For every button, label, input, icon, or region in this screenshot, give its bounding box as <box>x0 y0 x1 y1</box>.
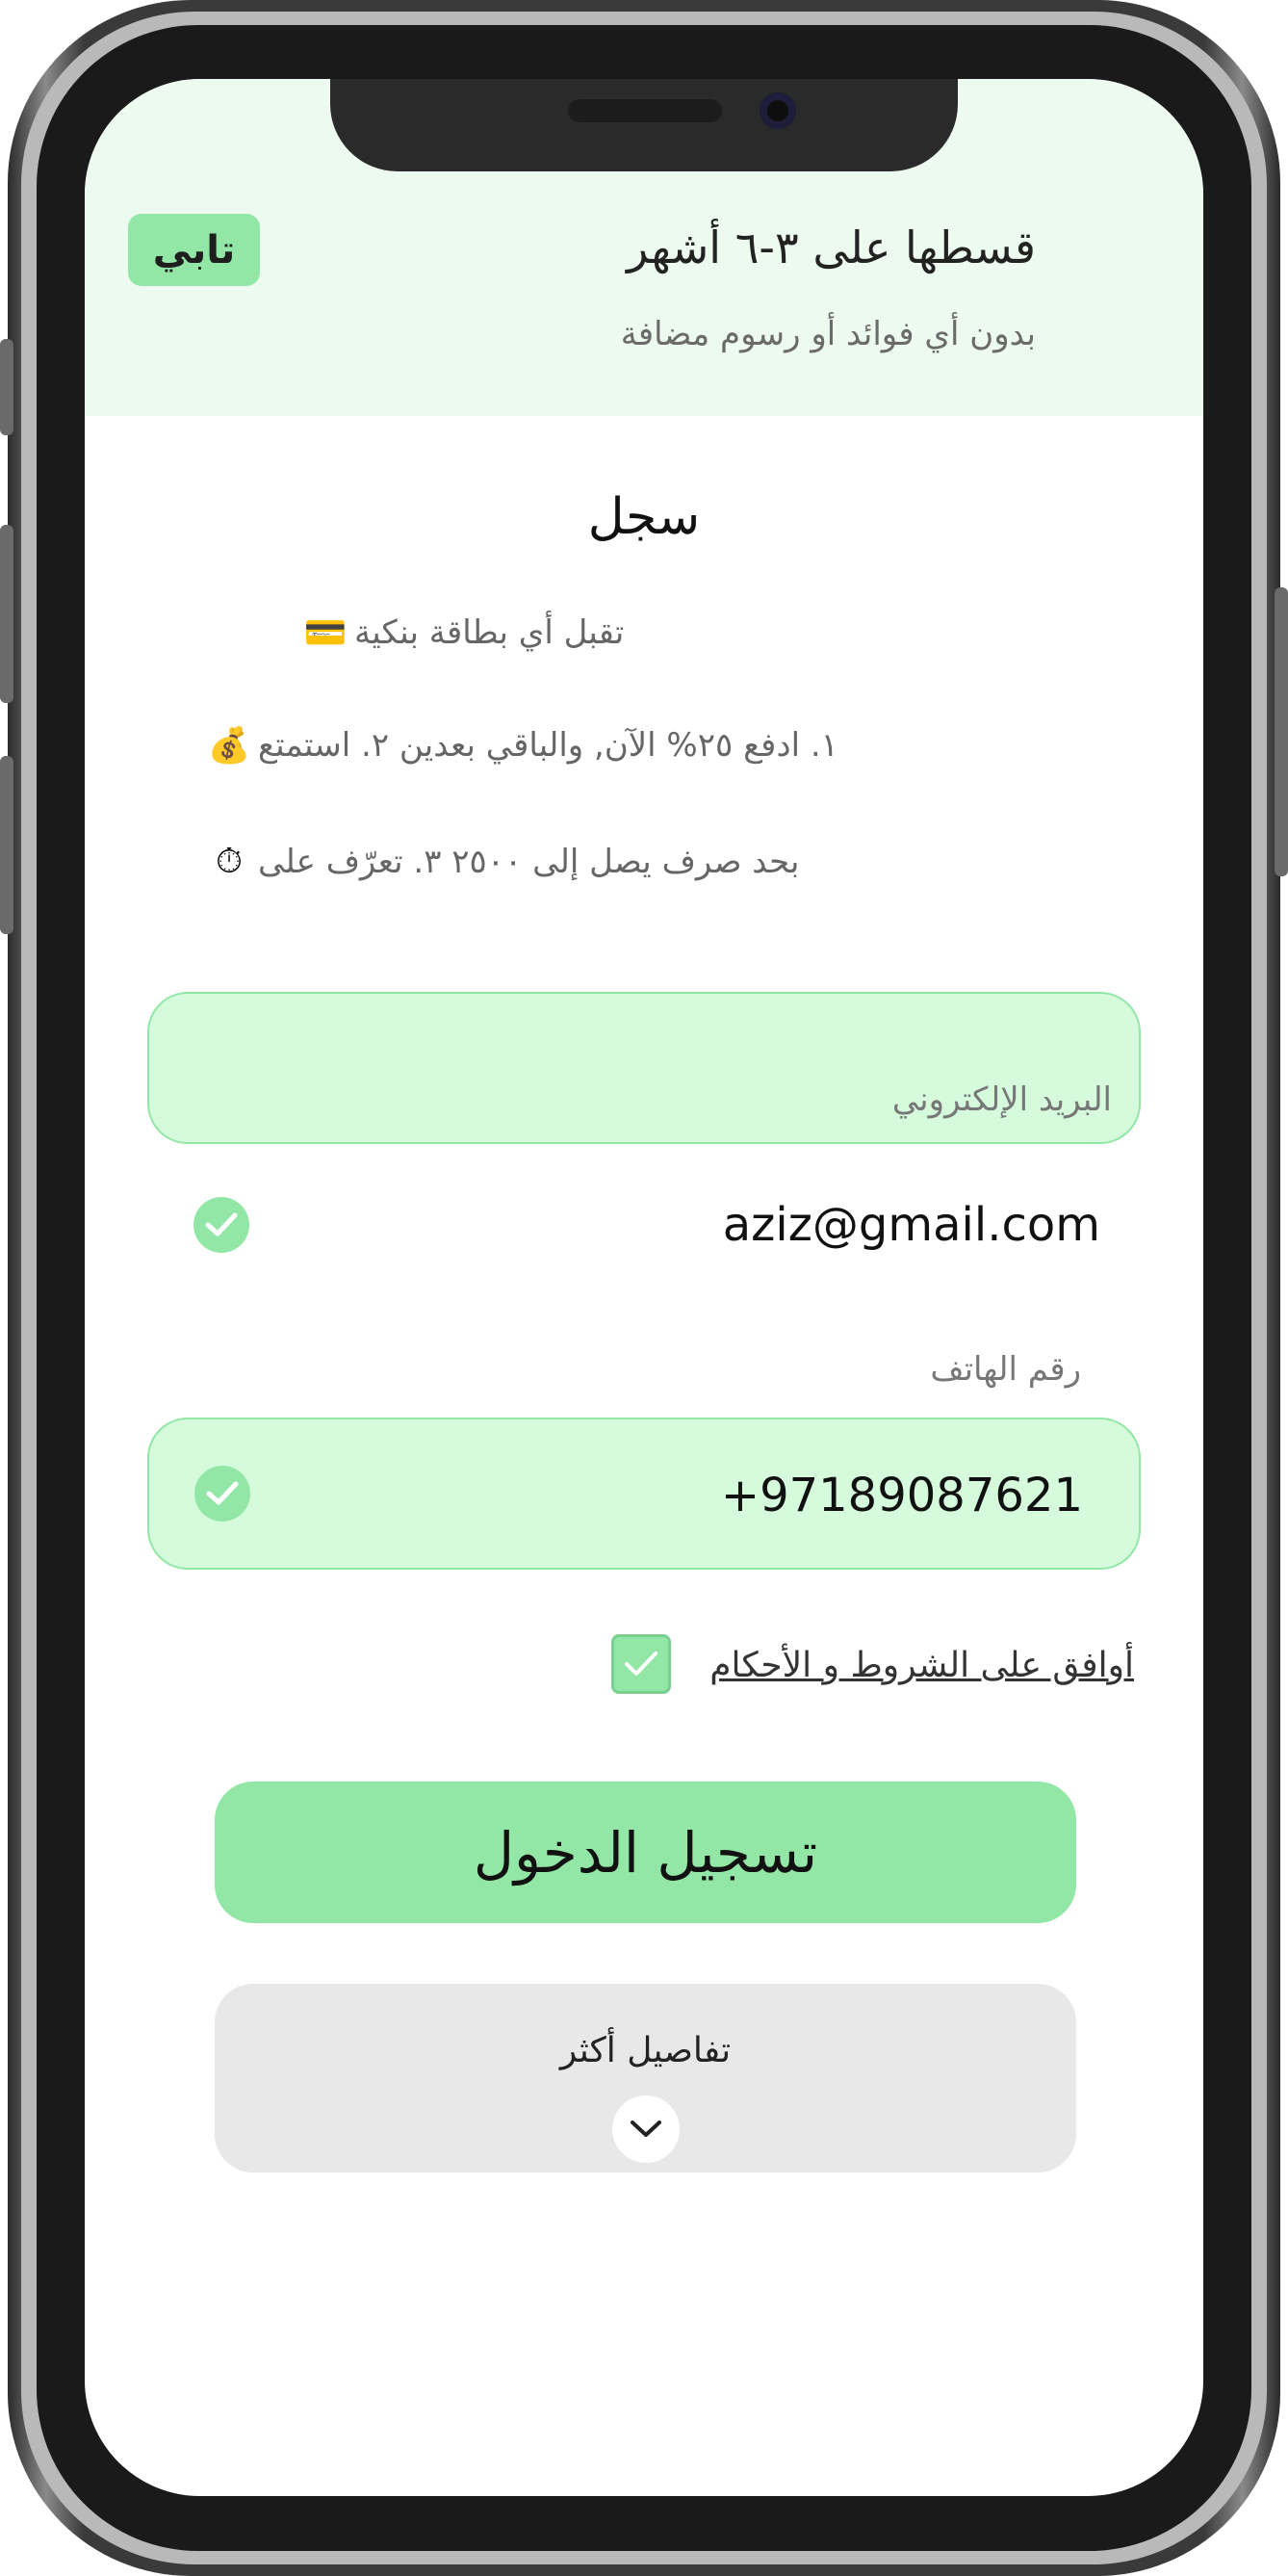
terms-link[interactable]: أوافق على الشروط و الأحكام <box>691 1639 1134 1692</box>
login-button-label: تسجيل الدخول <box>473 1819 818 1886</box>
phone-label: رقم الهاتف <box>930 1350 1081 1389</box>
email-label: البريد الإلكتروني <box>891 1080 1112 1119</box>
phone-volume-up <box>0 525 13 703</box>
more-details-panel[interactable]: تفاصيل أكثر <box>215 1984 1076 2173</box>
phone-notch <box>330 79 958 171</box>
phone-value[interactable]: +97189087621 <box>631 1462 1083 1529</box>
notch-camera <box>760 92 796 129</box>
feature-text: تقبل أي بطاقة بنكية <box>354 613 625 652</box>
phone-valid-check-icon <box>194 1466 250 1522</box>
tabby-logo: تابي <box>128 214 260 286</box>
terms-checkbox[interactable] <box>611 1634 671 1694</box>
chevron-down-icon[interactable] <box>612 2095 680 2163</box>
stopwatch-icon: ⏱ <box>215 842 244 881</box>
header-title: قسطها على ٣-٦ أشهر <box>627 221 1036 273</box>
feature-text: ١. ادفع ٢٥% الآن, والباقي بعدين ٢. استمت… <box>258 726 838 765</box>
feature-item-installments: 💰 ١. ادفع ٢٥% الآن, والباقي بعدين ٢. است… <box>200 716 1134 774</box>
feature-item-card: 💳 تقبل أي بطاقة بنكية <box>296 604 1134 662</box>
email-valid-check-icon <box>193 1197 249 1253</box>
notch-speaker <box>568 99 722 122</box>
phone-power-button <box>1275 587 1288 876</box>
credit-card-icon: 💳 <box>303 613 348 653</box>
more-details-label: تفاصيل أكثر <box>559 2031 732 2070</box>
header-subtitle: بدون أي فوائد أو رسوم مضافة <box>620 315 1036 353</box>
phone-volume-down <box>0 756 13 934</box>
phone-screen: تابي قسطها على ٣-٦ أشهر بدون أي فوائد أو… <box>85 79 1203 2496</box>
logo-text: تابي <box>152 227 236 273</box>
email-value[interactable]: aziz@gmail.com <box>470 1191 1100 1259</box>
feature-text: بحد صرف يصل إلى ٢٥٠٠ ٣. تعرّف على <box>258 843 800 881</box>
phone-silent-switch <box>0 339 13 435</box>
feature-item-limit: ⏱ بحد صرف يصل إلى ٢٥٠٠ ٣. تعرّف على <box>200 833 1134 891</box>
section-title: سجل <box>587 488 701 546</box>
email-field[interactable]: البريد الإلكتروني <box>147 992 1141 1144</box>
phone-field[interactable]: +97189087621 <box>147 1418 1141 1570</box>
login-button[interactable]: تسجيل الدخول <box>215 1782 1076 1923</box>
money-bag-icon: 💰 <box>207 726 251 766</box>
